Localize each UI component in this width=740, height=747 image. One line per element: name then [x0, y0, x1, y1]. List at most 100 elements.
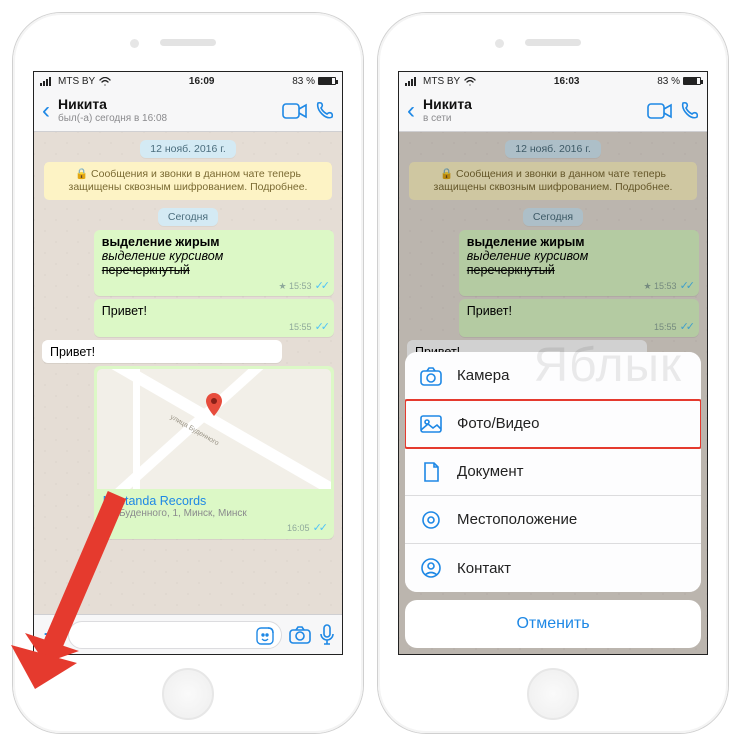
encryption-notice[interactable]: 🔒 Сообщения и звонки в данном чате тепер…: [44, 162, 332, 200]
mic-icon[interactable]: [318, 624, 336, 646]
phone-speaker: [160, 39, 216, 46]
read-ticks-icon: ✓✓: [680, 321, 692, 333]
sheet-label: Контакт: [457, 560, 511, 577]
phone-speaker: [525, 39, 581, 46]
screen-right: MTS BY 16:03 83 % ‹ Никита в сети 12 ноя…: [398, 71, 708, 655]
strike-text: перечеркнутый: [467, 263, 555, 277]
star-icon: ★: [278, 281, 286, 291]
message-out-hello: Привет! 15:55✓✓: [459, 299, 699, 337]
message-time: 16:05: [287, 523, 310, 533]
location-name: Nestanda Records: [103, 494, 325, 508]
sticker-icon[interactable]: [255, 626, 275, 651]
bold-text: выделение жирым: [467, 235, 585, 249]
italic-text: выделение курсивом: [467, 249, 589, 263]
location-icon: [419, 509, 443, 531]
read-ticks-icon: ✓✓: [315, 321, 327, 333]
read-ticks-icon: ✓✓: [313, 522, 325, 534]
voice-call-icon[interactable]: [314, 100, 336, 122]
chat-title-block[interactable]: Никита был(-а) сегодня в 16:08: [58, 97, 276, 123]
chat-subtitle: был(-а) сегодня в 16:08: [58, 113, 276, 124]
map-pin-icon: [205, 393, 223, 417]
document-icon: [419, 461, 443, 483]
phone-camera-dot: [130, 39, 139, 48]
signal-icon: [405, 77, 419, 86]
wifi-icon: [464, 77, 476, 86]
carrier-label: MTS BY: [423, 76, 460, 87]
message-text: Привет!: [467, 304, 512, 318]
location-address: ул. Буденного, 1, Минск, Минск: [103, 508, 325, 519]
voice-call-icon[interactable]: [679, 100, 701, 122]
message-text: Привет!: [50, 345, 95, 359]
sheet-item-document[interactable]: Документ: [405, 448, 701, 496]
message-input[interactable]: [68, 621, 282, 649]
chat-area[interactable]: 12 нояб. 2016 г. 🔒 Сообщения и звонки в …: [34, 132, 342, 614]
clock-label: 16:03: [554, 76, 580, 87]
sheet-label: Камера: [457, 367, 509, 384]
sheet-item-camera[interactable]: Камера: [405, 352, 701, 400]
wifi-icon: [99, 77, 111, 86]
nav-bar: ‹ Никита в сети: [399, 90, 707, 132]
gallery-icon: [419, 413, 443, 435]
strike-text: перечеркнутый: [102, 263, 190, 277]
message-time: 15:55: [654, 322, 677, 332]
nav-bar: ‹ Никита был(-а) сегодня в 16:08: [34, 90, 342, 132]
cancel-label: Отменить: [516, 615, 589, 633]
message-out-formatting: выделение жирым выделение курсивом переч…: [459, 230, 699, 296]
star-icon: ★: [643, 281, 651, 291]
home-button[interactable]: [527, 668, 579, 720]
bold-text: выделение жирым: [102, 235, 220, 249]
sheet-item-photo-video[interactable]: Фото/Видео: [405, 400, 701, 448]
battery-icon: [683, 77, 701, 85]
read-ticks-icon: ✓✓: [315, 280, 327, 292]
message-time: 15:55: [289, 322, 312, 332]
date-pill-today: Сегодня: [158, 208, 218, 226]
sheet-label: Фото/Видео: [457, 415, 539, 432]
phone-mockup-right: MTS BY 16:03 83 % ‹ Никита в сети 12 ноя…: [378, 13, 728, 733]
message-out-hello[interactable]: Привет! 15:55✓✓: [94, 299, 334, 337]
back-button[interactable]: ‹: [405, 97, 417, 125]
contact-icon: [419, 557, 443, 579]
chat-title-block[interactable]: Никита в сети: [423, 97, 641, 123]
attach-button[interactable]: +: [40, 619, 62, 650]
battery-label: 83 %: [657, 76, 680, 87]
message-out-location[interactable]: улица Буденного Nestanda Records ул. Буд…: [94, 366, 334, 539]
sheet-cancel-button[interactable]: Отменить: [405, 600, 701, 648]
italic-text: выделение курсивом: [102, 249, 224, 263]
chat-title: Никита: [423, 97, 641, 112]
chat-title: Никита: [58, 97, 276, 112]
video-call-icon[interactable]: [647, 101, 673, 121]
chat-subtitle: в сети: [423, 113, 641, 124]
message-time: 15:53: [289, 281, 312, 291]
date-pill: 12 нояб. 2016 г.: [505, 140, 601, 158]
location-map[interactable]: улица Буденного: [97, 369, 331, 489]
status-bar: MTS BY 16:03 83 %: [399, 72, 707, 90]
message-time: 15:53: [654, 281, 677, 291]
sheet-item-location[interactable]: Местоположение: [405, 496, 701, 544]
back-button[interactable]: ‹: [40, 97, 52, 125]
carrier-label: MTS BY: [58, 76, 95, 87]
message-text: Привет!: [102, 304, 147, 318]
date-pill-today: Сегодня: [523, 208, 583, 226]
signal-icon: [40, 77, 54, 86]
sheet-label: Документ: [457, 463, 524, 480]
encryption-notice: 🔒 Сообщения и звонки в данном чате тепер…: [409, 162, 697, 200]
battery-icon: [318, 77, 336, 85]
sheet-label: Местоположение: [457, 511, 577, 528]
attach-action-sheet: Камера Фото/Видео Документ Местоположени…: [405, 352, 701, 648]
phone-mockup-left: MTS BY 16:09 83 % ‹ Никита был(-а) сегод…: [13, 13, 363, 733]
phone-camera-dot: [495, 39, 504, 48]
clock-label: 16:09: [189, 76, 215, 87]
message-out-formatting[interactable]: выделение жирым выделение курсивом переч…: [94, 230, 334, 296]
read-ticks-icon: ✓✓: [680, 280, 692, 292]
camera-icon: [419, 365, 443, 387]
camera-icon[interactable]: [288, 625, 312, 645]
battery-label: 83 %: [292, 76, 315, 87]
status-bar: MTS BY 16:09 83 %: [34, 72, 342, 90]
message-in-hello[interactable]: Привет!: [42, 340, 282, 363]
date-pill: 12 нояб. 2016 г.: [140, 140, 236, 158]
video-call-icon[interactable]: [282, 101, 308, 121]
input-bar: +: [34, 614, 342, 654]
sheet-item-contact[interactable]: Контакт: [405, 544, 701, 592]
screen-left: MTS BY 16:09 83 % ‹ Никита был(-а) сегод…: [33, 71, 343, 655]
home-button[interactable]: [162, 668, 214, 720]
